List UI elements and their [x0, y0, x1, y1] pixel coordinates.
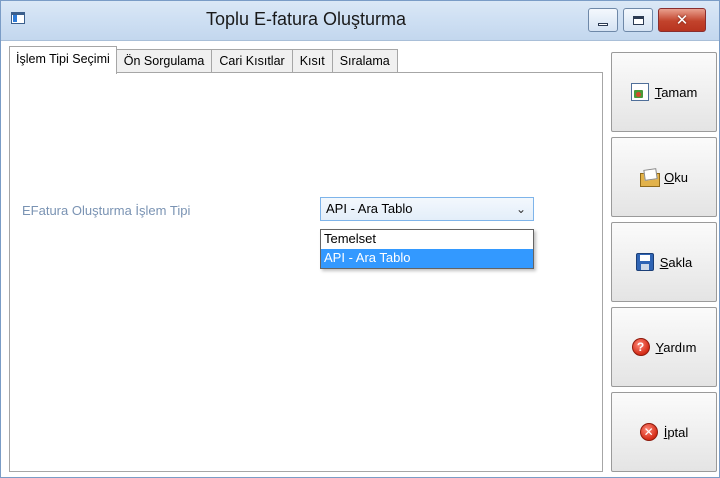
tab-islem-tipi-secimi[interactable]: İşlem Tipi Seçimi	[9, 46, 117, 74]
chevron-down-icon[interactable]: ⌄	[516, 198, 526, 220]
tab-on-sorgulama[interactable]: Ön Sorgulama	[116, 49, 213, 73]
minimize-button[interactable]	[588, 8, 618, 32]
oku-label: Oku	[664, 169, 688, 185]
close-icon: ✕	[675, 11, 689, 29]
tab-kisit[interactable]: Kısıt	[292, 49, 333, 73]
tab-cari-kisitlar[interactable]: Cari Kısıtlar	[212, 49, 293, 73]
yardim-button[interactable]: ? Yardım	[611, 307, 717, 387]
save-disk-icon	[635, 253, 654, 271]
open-folder-icon	[640, 168, 661, 187]
tab-strip: İşlem Tipi Seçimi Ön Sorgulama Cari Kısı…	[9, 46, 398, 74]
dropdown-option-api-ara-tablo[interactable]: API - Ara Tablo	[321, 249, 533, 268]
combobox-dropdown-list: Temelset API - Ara Tablo	[320, 229, 534, 269]
dropdown-option-temelset[interactable]: Temelset	[321, 230, 533, 249]
oku-button[interactable]: Oku	[611, 137, 717, 217]
maximize-button[interactable]	[623, 8, 653, 32]
iptal-label: İptal	[663, 424, 689, 440]
tab-siralama[interactable]: Sıralama	[332, 49, 398, 73]
sakla-button[interactable]: Sakla	[611, 222, 717, 302]
tab-panel: EFatura Oluşturma İşlem Tipi API - Ara T…	[9, 72, 603, 472]
cancel-icon: ✕	[639, 423, 658, 441]
document-icon	[630, 83, 649, 101]
islem-tipi-combobox[interactable]: API - Ara Tablo ⌄	[320, 197, 534, 221]
maximize-icon	[632, 15, 644, 25]
iptal-button[interactable]: ✕ İptal	[611, 392, 717, 472]
islem-tipi-label: EFatura Oluşturma İşlem Tipi	[22, 203, 191, 218]
tamam-button[interactable]: Tamam	[611, 52, 717, 132]
title-bar[interactable]: Toplu E-fatura Oluşturma ✕	[1, 1, 719, 41]
help-icon: ?	[631, 338, 650, 356]
yardim-label: Yardım	[655, 339, 697, 355]
minimize-icon	[598, 22, 608, 26]
sakla-label: Sakla	[659, 254, 693, 270]
close-button[interactable]: ✕	[658, 8, 706, 32]
main-window: Toplu E-fatura Oluşturma ✕ İşlem Tipi Se…	[0, 0, 720, 478]
window-title: Toplu E-fatura Oluşturma	[205, 9, 407, 29]
tamam-label: Tamam	[654, 84, 698, 100]
combobox-value: API - Ara Tablo	[326, 201, 413, 216]
